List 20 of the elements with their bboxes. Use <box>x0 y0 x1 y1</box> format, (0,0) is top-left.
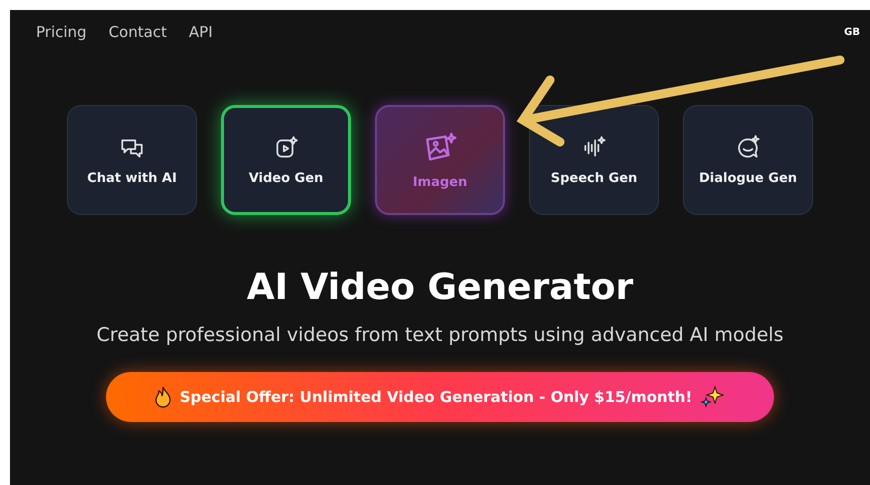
tool-label: Speech Gen <box>550 170 638 186</box>
nav-link[interactable]: API <box>188 23 213 41</box>
tool-card[interactable]: Video Gen <box>221 105 351 215</box>
tool-card[interactable]: Chat with AI <box>67 105 197 215</box>
tool-label: Dialogue Gen <box>698 170 798 186</box>
page-subtitle: Create professional videos from text prompts using advanced AI models <box>96 324 784 346</box>
offer-text: Special Offer: Unlimited Video Generation - Only $15/month! <box>180 388 692 406</box>
nav-link[interactable]: Pricing <box>36 23 87 41</box>
sparkles-icon <box>700 384 726 410</box>
tool-label: Imagen <box>412 174 468 190</box>
tool-label: Video Gen <box>248 170 324 186</box>
nav-link[interactable]: Contact <box>108 23 167 41</box>
page-title: AI Video Generator <box>246 267 634 308</box>
tool-label: Chat with AI <box>87 170 177 186</box>
account-initials[interactable]: GB <box>844 26 860 38</box>
fire-icon <box>154 386 172 408</box>
smile-chat-icon <box>735 134 761 160</box>
tool-card[interactable]: Speech Gen <box>529 105 659 215</box>
tool-card[interactable]: Dialogue Gen <box>683 105 813 215</box>
tool-card[interactable]: Imagen <box>375 105 505 215</box>
